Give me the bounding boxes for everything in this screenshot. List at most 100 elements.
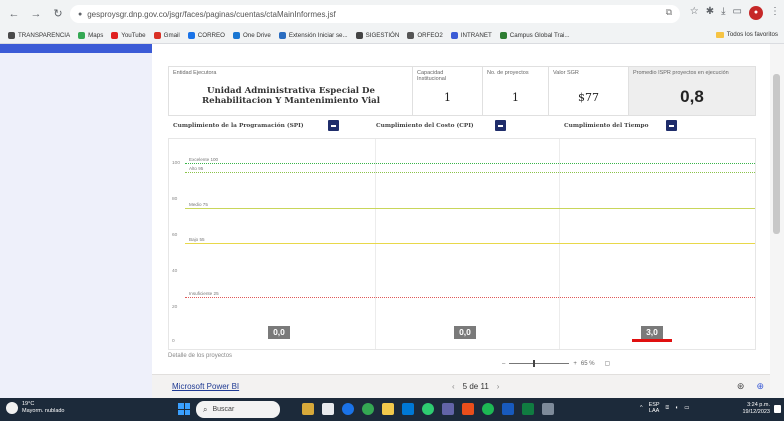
capacidad-label: Capacidad Institucional xyxy=(417,70,447,82)
app-icon-chrome[interactable] xyxy=(362,403,374,415)
app-icon-excel[interactable] xyxy=(522,403,534,415)
site-info-icon[interactable]: ● xyxy=(78,11,82,18)
outlook-icon xyxy=(187,32,195,39)
indicator-info-button-tiempo[interactable] xyxy=(666,120,677,131)
detalle-heading: Detalle de los proyectos xyxy=(168,353,233,359)
volume-icon[interactable]: ◖ xyxy=(675,405,678,411)
app-icon-taskview[interactable] xyxy=(322,403,334,415)
cloud-icon xyxy=(6,402,18,414)
weather-temp: 19°C xyxy=(22,401,35,407)
share-icon[interactable]: ⊛ xyxy=(737,381,745,392)
language-indicator[interactable]: ESP LAA xyxy=(649,402,660,414)
indicator-info-button-spi[interactable] xyxy=(328,120,339,131)
valor-value: $77 xyxy=(578,91,599,104)
app-icon-office[interactable] xyxy=(462,403,474,415)
zoom-slider[interactable] xyxy=(509,360,570,367)
weather-widget[interactable]: 19°C Mayorm. nublado xyxy=(6,401,65,415)
powerbi-link[interactable]: Microsoft Power BI xyxy=(172,382,239,391)
sidebar-active-item[interactable] xyxy=(0,44,152,53)
bookmark-extension[interactable]: Extensión Iniciar se... xyxy=(278,32,348,39)
extensions-icon[interactable]: ✱ xyxy=(706,6,714,20)
other-bookmarks[interactable]: Todos los favoritos xyxy=(715,31,778,38)
left-sidebar xyxy=(0,44,152,398)
app-icon-whatsapp[interactable] xyxy=(422,403,434,415)
y-tick-label: 80 xyxy=(172,197,178,202)
forward-icon[interactable]: → xyxy=(28,6,44,22)
reference-line xyxy=(185,163,755,164)
app-icon-store[interactable] xyxy=(402,403,414,415)
proyectos-cell: No. de proyectos 1 xyxy=(483,67,549,115)
app-icon-word[interactable] xyxy=(502,403,514,415)
bookmark-transparencia[interactable]: TRANSPARENCIA xyxy=(8,32,70,39)
bookmark-youtube[interactable]: YouTube xyxy=(111,32,146,39)
next-page-icon[interactable]: › xyxy=(497,382,500,391)
battery-icon[interactable]: ▭ xyxy=(684,405,689,411)
fit-page-icon[interactable]: ▢ xyxy=(605,360,611,367)
powerbi-footer: Microsoft Power BI ‹ 5 de 11 › ⊛ ⊕ xyxy=(152,374,770,398)
value-label-spi: 0,0 xyxy=(268,326,290,339)
promedio-value: 0,8 xyxy=(680,87,704,106)
notification-icon[interactable] xyxy=(774,405,781,413)
app-icon-teams[interactable] xyxy=(442,403,454,415)
install-icon[interactable]: ⧉ xyxy=(666,7,672,18)
promedio-cell: Promedio ISPR proyectos en ejecución 0,8 xyxy=(629,67,755,115)
windows-start-icon[interactable] xyxy=(178,403,190,415)
profile-avatar[interactable]: ● xyxy=(749,6,763,20)
network-icon[interactable]: ⌸ xyxy=(666,405,669,411)
reference-line xyxy=(185,243,755,245)
onedrive-icon xyxy=(232,32,240,39)
app-icon-chrome-alt[interactable] xyxy=(482,403,494,415)
zoom-out-icon[interactable]: – xyxy=(502,361,505,367)
reference-line xyxy=(185,207,755,209)
y-tick-label: 20 xyxy=(172,305,178,310)
browser-toolbar: ← → ↻ ● gesproysgr.dnp.gov.co/jsgr/faces… xyxy=(0,0,784,28)
reference-line-label: Excelente 100 xyxy=(189,157,219,162)
system-tray: ^ ESP LAA ⌸ ◖ ▭ xyxy=(640,402,689,414)
proyectos-label: No. de proyectos xyxy=(487,70,529,76)
bookmark-gmail[interactable]: Gmail xyxy=(153,32,180,39)
browser-actions: ☆ ✱ ⤓ ▭ ● ⋮ xyxy=(690,6,780,20)
bookmark-maps[interactable]: Maps xyxy=(78,32,103,39)
zoom-in-icon[interactable]: + xyxy=(573,361,577,367)
indicator-label-cpi: Cumplimiento del Costo (CPI) xyxy=(376,123,474,129)
prev-page-icon[interactable]: ‹ xyxy=(452,382,455,391)
maps-icon xyxy=(78,32,86,39)
bookmark-icon xyxy=(8,32,15,39)
zoom-control[interactable]: – + 65 % ▢ xyxy=(502,360,610,367)
highlight-underline xyxy=(632,339,672,342)
clock[interactable]: 3:24 p.m. 19/12/2023 xyxy=(742,402,770,416)
download-icon[interactable]: ⤓ xyxy=(721,6,725,20)
bookmark-correo[interactable]: CORREO xyxy=(187,32,225,39)
reload-icon[interactable]: ↻ xyxy=(50,6,66,22)
app-icon-other[interactable] xyxy=(542,403,554,415)
promedio-label: Promedio ISPR proyectos en ejecución xyxy=(633,70,729,76)
valor-label: Valor SGR xyxy=(553,70,579,76)
value-label-cpi: 0,0 xyxy=(454,326,476,339)
reference-line-label: Bajo 55 xyxy=(189,237,205,243)
app-icon-explorer[interactable] xyxy=(382,403,394,415)
proyectos-value: 1 xyxy=(512,91,519,104)
bookmark-orfeo2[interactable]: ORFEO2 xyxy=(407,32,443,39)
intranet-icon xyxy=(450,32,458,39)
clock-time: 3:24 p.m. xyxy=(747,402,770,408)
bookmark-star-icon[interactable]: ☆ xyxy=(690,6,699,20)
fullscreen-icon[interactable]: ⊕ xyxy=(756,381,764,392)
address-bar[interactable]: ● gesproysgr.dnp.gov.co/jsgr/faces/pagin… xyxy=(70,5,680,23)
bookmark-intranet[interactable]: INTRANET xyxy=(450,32,492,39)
back-icon[interactable]: ← xyxy=(6,6,22,22)
app-icon-edge[interactable] xyxy=(342,403,354,415)
zoom-knob[interactable] xyxy=(533,360,536,367)
bookmark-campus[interactable]: Campus Global Trai... xyxy=(499,32,570,39)
scrollbar-thumb[interactable] xyxy=(773,74,780,234)
indicator-info-button-cpi[interactable] xyxy=(495,120,506,131)
bookmark-onedrive[interactable]: One Drive xyxy=(232,32,271,39)
taskbar-search[interactable]: ⌕ Buscar xyxy=(196,401,280,418)
menu-icon[interactable]: ⋮ xyxy=(770,6,780,20)
y-tick-label: 60 xyxy=(172,233,178,238)
sidebar-panel-icon[interactable]: ▭ xyxy=(733,6,742,20)
bookmark-sigestion[interactable]: SIGESTIÓN xyxy=(355,32,399,39)
tray-chevron-icon[interactable]: ^ xyxy=(640,405,643,411)
weather-desc: Mayorm. nublado xyxy=(22,408,65,414)
y-tick-label: 100 xyxy=(172,161,181,166)
app-icon-widgets[interactable] xyxy=(302,403,314,415)
